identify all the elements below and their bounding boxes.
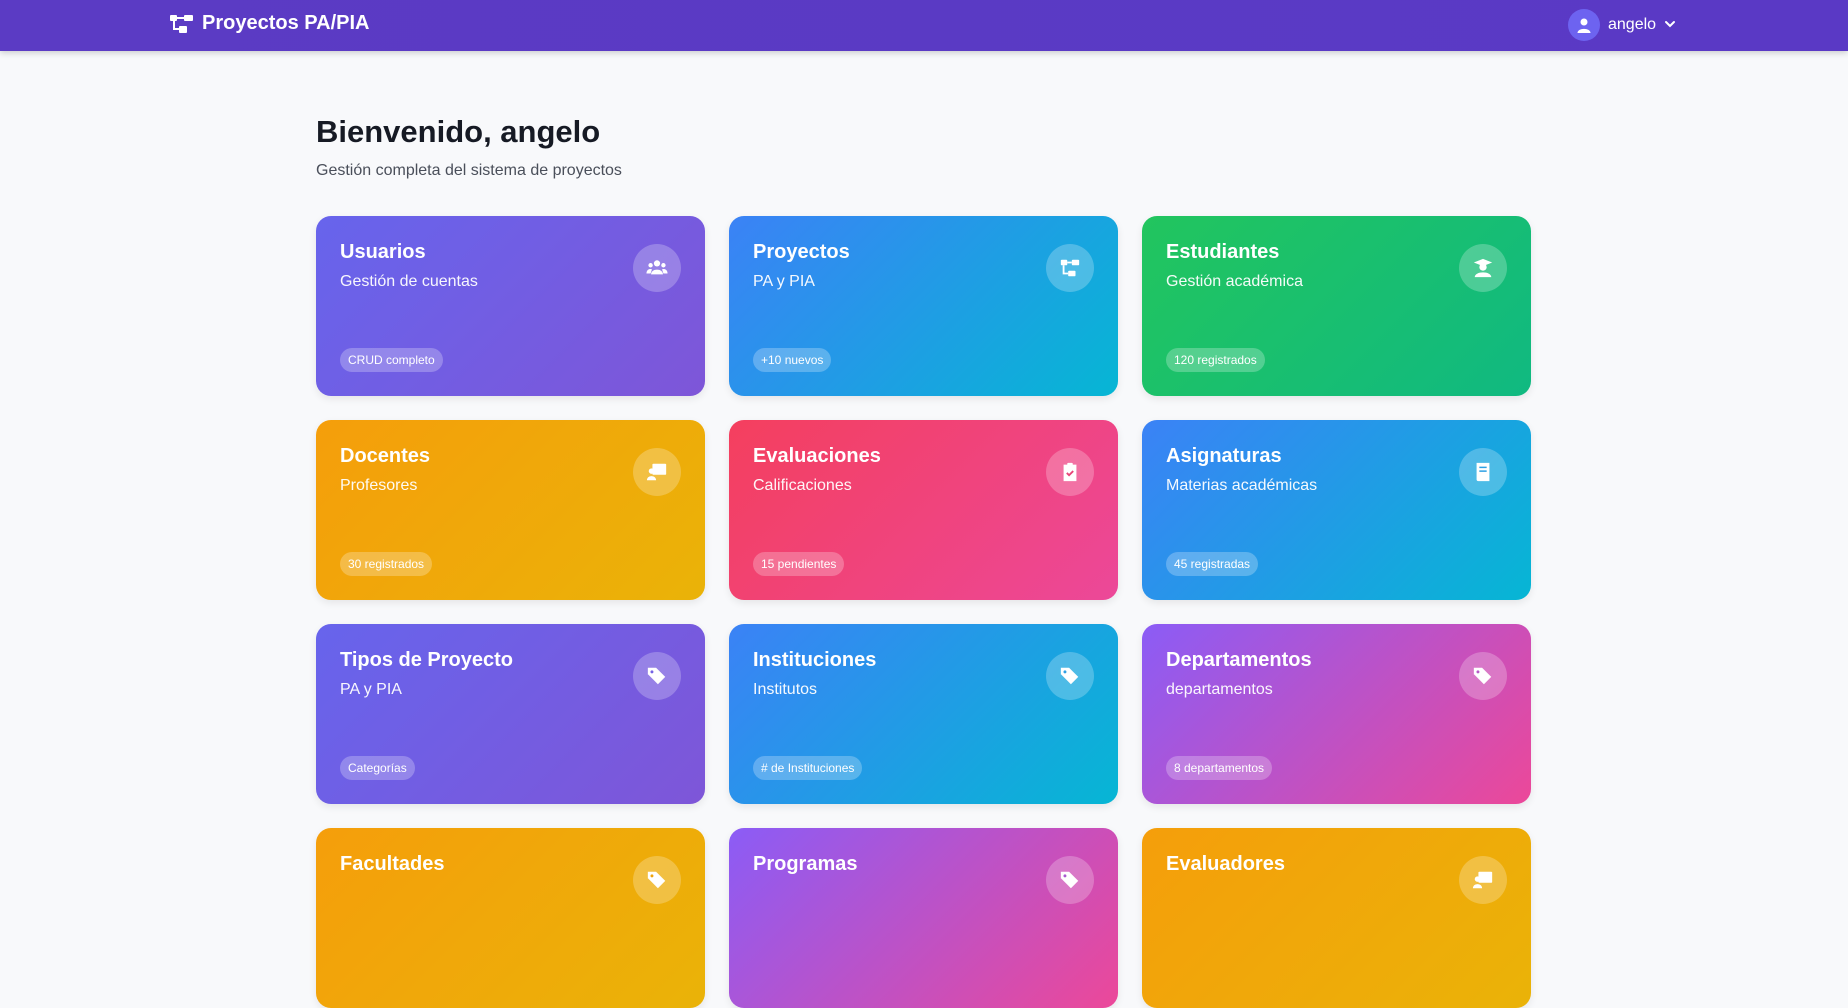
- status-badge: 8 departamentos: [1166, 756, 1273, 780]
- brand-name: Proyectos PA/PIA: [202, 12, 370, 34]
- tags-icon: [633, 856, 681, 904]
- status-badge: Categorías: [340, 756, 415, 780]
- status-badge: 45 registradas: [1166, 552, 1259, 576]
- card-subtitle: departamentos: [1166, 681, 1273, 698]
- clipboard-check-icon: [1046, 448, 1094, 496]
- card-title: Facultades: [340, 853, 445, 875]
- username: angelo: [1608, 16, 1657, 33]
- card-subtitle: Gestión de cuentas: [340, 273, 478, 290]
- user-icon: [1577, 18, 1591, 33]
- user-menu[interactable]: angelo: [1568, 9, 1676, 41]
- tags-icon: [1046, 652, 1094, 700]
- card-subtitle: Gestión académica: [1166, 273, 1303, 290]
- brand-link[interactable]: Proyectos PA/PIA: [170, 12, 369, 35]
- card-title: Tipos de Proyecto: [340, 649, 514, 671]
- card-evaluaciones[interactable]: Evaluaciones Calificaciones 15 pendiente…: [729, 420, 1118, 600]
- card-title: Asignaturas: [1166, 445, 1282, 467]
- graduate-icon: [1459, 244, 1507, 292]
- teacher-icon: [633, 448, 681, 496]
- card-programas[interactable]: Programas: [729, 828, 1118, 1008]
- page-subtitle: Gestión completa del sistema de proyecto…: [316, 162, 622, 179]
- tags-icon: [1046, 856, 1094, 904]
- card-tipos-de-proyecto[interactable]: Tipos de Proyecto PA y PIA Categorías: [316, 624, 705, 804]
- card-estudiantes[interactable]: Estudiantes Gestión académica 120 regist…: [1142, 216, 1531, 396]
- card-subtitle: Institutos: [753, 681, 818, 698]
- card-title: Proyectos: [753, 241, 850, 263]
- avatar: [1568, 9, 1600, 41]
- sitemap-icon: [170, 14, 193, 33]
- page-title: Bienvenido, angelo: [316, 114, 601, 149]
- status-badge: 120 registrados: [1166, 348, 1265, 372]
- card-subtitle: PA y PIA: [753, 273, 815, 290]
- card-asignaturas[interactable]: Asignaturas Materias académicas 45 regis…: [1142, 420, 1531, 600]
- top-navbar: Proyectos PA/PIA angelo: [0, 0, 1848, 51]
- card-docentes[interactable]: Docentes Profesores 30 registrados: [316, 420, 705, 600]
- card-proyectos[interactable]: Proyectos PA y PIA +10 nuevos: [729, 216, 1118, 396]
- card-usuarios[interactable]: Usuarios Gestión de cuentas CRUD complet…: [316, 216, 705, 396]
- tags-icon: [1459, 652, 1507, 700]
- tags-icon: [633, 652, 681, 700]
- sitemap-icon: [1046, 244, 1094, 292]
- card-departamentos[interactable]: Departamentos departamentos 8 departamen…: [1142, 624, 1531, 804]
- status-badge: 30 registrados: [340, 552, 433, 576]
- teacher-icon: [1459, 856, 1507, 904]
- book-icon: [1459, 448, 1507, 496]
- status-badge: CRUD completo: [340, 348, 443, 372]
- card-title: Evaluaciones: [753, 445, 881, 467]
- card-title: Evaluadores: [1166, 853, 1285, 875]
- card-subtitle: Materias académicas: [1166, 477, 1318, 494]
- card-title: Departamentos: [1166, 649, 1312, 671]
- card-title: Programas: [753, 853, 858, 875]
- card-evaluadores[interactable]: Evaluadores: [1142, 828, 1531, 1008]
- status-badge: 15 pendientes: [753, 552, 845, 576]
- users-icon: [633, 244, 681, 292]
- card-title: Estudiantes: [1166, 241, 1280, 263]
- card-facultades[interactable]: Facultades: [316, 828, 705, 1008]
- card-subtitle: Calificaciones: [753, 477, 852, 494]
- card-subtitle: Profesores: [340, 477, 418, 494]
- status-badge: # de Instituciones: [753, 756, 863, 780]
- card-title: Usuarios: [340, 241, 426, 263]
- card-instituciones[interactable]: Instituciones Institutos # de Institucio…: [729, 624, 1118, 804]
- card-title: Docentes: [340, 445, 431, 467]
- card-title: Instituciones: [753, 649, 877, 671]
- card-subtitle: PA y PIA: [340, 681, 402, 698]
- chevron-down-icon: [1664, 15, 1676, 35]
- status-badge: +10 nuevos: [753, 348, 832, 372]
